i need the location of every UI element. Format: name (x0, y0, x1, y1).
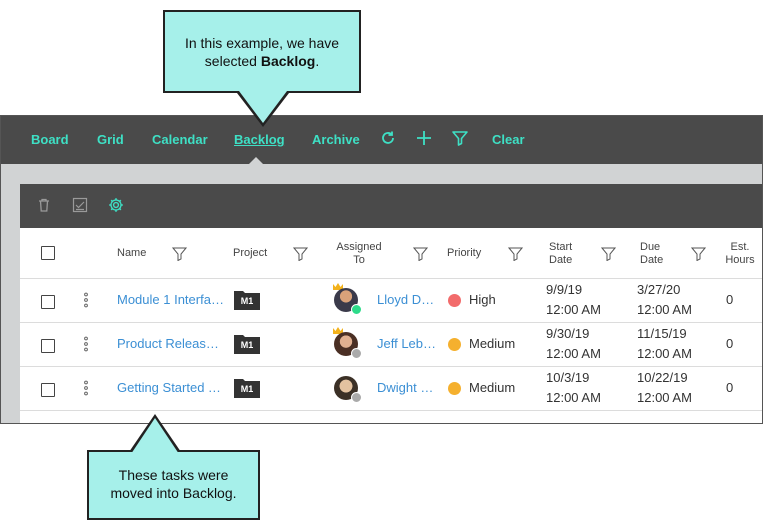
priority-filter-icon[interactable] (508, 247, 523, 261)
callout-text-line1: In this example, we have (184, 35, 340, 51)
task-name-link[interactable]: Getting Started T… (117, 380, 225, 395)
assignee-link[interactable]: Jeff Leb… (377, 336, 437, 351)
nav-board[interactable]: Board (31, 132, 69, 147)
gear-icon[interactable] (108, 197, 124, 213)
refresh-icon[interactable] (379, 129, 397, 147)
header-start-date: Start Date (549, 241, 573, 266)
status-dot (351, 348, 362, 359)
priority-label: Medium (469, 380, 516, 395)
header-due-date: Due Date (640, 241, 664, 266)
due-date-cell: 10/22/19 12:00 AM (637, 370, 692, 405)
grid-toolbar (20, 184, 762, 228)
row-menu-icon[interactable] (83, 292, 89, 308)
nav-calendar[interactable]: Calendar (152, 132, 208, 147)
project-filter-icon[interactable] (293, 247, 308, 261)
header-project: Project (233, 247, 268, 259)
start-date-cell: 9/9/19 12:00 AM (546, 282, 601, 317)
project-folder-icon: M1 (234, 332, 260, 354)
status-dot (351, 392, 362, 403)
row-divider (20, 278, 762, 279)
trash-icon[interactable] (36, 197, 52, 213)
callout-backlog-selected: In this example, we have selected Backlo… (163, 10, 361, 127)
status-dot (351, 304, 362, 315)
nav-backlog[interactable]: Backlog (234, 132, 285, 147)
est-hours-value: 0 (726, 380, 734, 395)
callout-text-line2: selected Backlog. (204, 53, 320, 69)
start-date-cell: 9/30/19 12:00 AM (546, 326, 601, 361)
est-hours-value: 0 (726, 336, 734, 351)
assigned-filter-icon[interactable] (413, 247, 428, 261)
callout-tasks-moved: These tasks were moved into Backlog. (87, 414, 260, 520)
task-name-link[interactable]: Product Release … (117, 336, 225, 351)
assignee-link[interactable]: Lloyd Do… (377, 292, 437, 307)
add-icon[interactable] (415, 129, 433, 147)
priority-indicator (448, 294, 461, 307)
select-all-checkbox[interactable] (41, 246, 55, 260)
priority-label: Medium (469, 336, 516, 351)
row-checkbox[interactable] (41, 295, 55, 309)
due-date-filter-icon[interactable] (691, 247, 706, 261)
filter-icon[interactable] (451, 129, 469, 147)
row-checkbox[interactable] (41, 383, 55, 397)
nav-grid[interactable]: Grid (97, 132, 124, 147)
project-folder-icon: M1 (234, 376, 260, 398)
row-divider (20, 366, 762, 367)
header-name: Name (117, 247, 147, 259)
header-priority: Priority (447, 247, 482, 259)
callout-text-line2: moved into Backlog. (110, 485, 237, 501)
name-filter-icon[interactable] (172, 247, 187, 261)
task-name-link[interactable]: Module 1 Interfa… (117, 292, 225, 307)
top-nav-bar: Board Grid Calendar Backlog Archive Clea… (1, 116, 762, 164)
row-divider (20, 322, 762, 323)
due-date-cell: 11/15/19 12:00 AM (637, 326, 692, 361)
start-date-cell: 10/3/19 12:00 AM (546, 370, 601, 405)
app-window: Board Grid Calendar Backlog Archive Clea… (0, 115, 763, 424)
header-est-hours: Est. Hours (725, 241, 755, 266)
row-checkbox[interactable] (41, 339, 55, 353)
nav-clear[interactable]: Clear (492, 132, 525, 147)
row-menu-icon[interactable] (83, 380, 89, 396)
est-hours-value: 0 (726, 292, 734, 307)
priority-indicator (448, 338, 461, 351)
nav-archive[interactable]: Archive (312, 132, 360, 147)
priority-label: High (469, 292, 496, 307)
due-date-cell: 3/27/20 12:00 AM (637, 282, 692, 317)
start-date-filter-icon[interactable] (601, 247, 616, 261)
checklist-icon[interactable] (72, 197, 88, 213)
active-tab-caret (249, 157, 263, 164)
row-divider (20, 410, 762, 411)
task-grid-panel: Name Project Assigned To Priority Start Da… (20, 184, 762, 423)
header-assigned-to: Assigned To (336, 241, 382, 266)
project-folder-icon: M1 (234, 288, 260, 310)
callout-text-line1: These tasks were (118, 467, 229, 483)
priority-indicator (448, 382, 461, 395)
assignee-link[interactable]: Dwight S… (377, 380, 437, 395)
row-menu-icon[interactable] (83, 336, 89, 352)
